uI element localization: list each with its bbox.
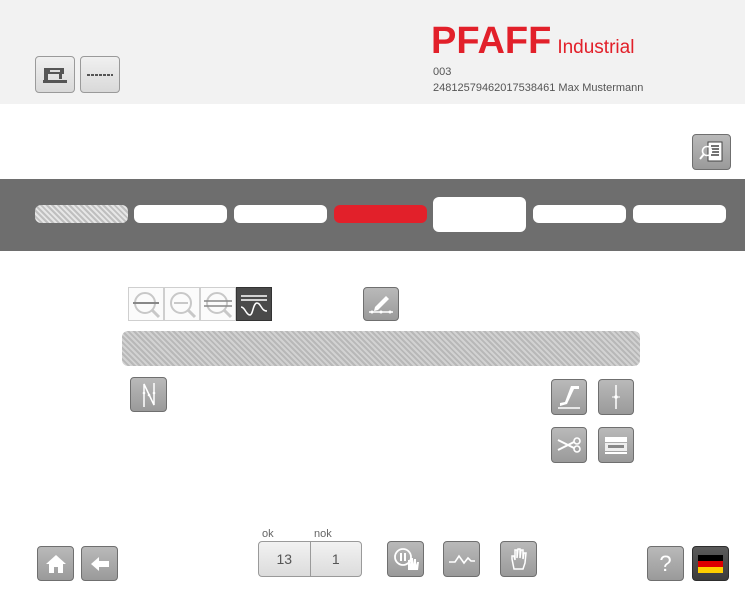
de-flag-icon — [698, 554, 723, 573]
stop-hand-button[interactable] — [500, 541, 537, 577]
needle-icon — [612, 385, 620, 409]
home-icon — [45, 554, 66, 573]
zoom-out-icon — [133, 292, 161, 319]
scissors-icon — [557, 437, 581, 453]
zoom-out-button[interactable] — [128, 287, 164, 321]
arrow-left-icon — [90, 556, 109, 571]
help-label: ? — [659, 550, 672, 576]
sewing-table-icon — [605, 437, 627, 454]
brand-suffix: Industrial — [557, 37, 635, 58]
zoom-in-icon — [170, 292, 197, 319]
zoom-fit-icon — [204, 292, 233, 319]
seam-curve-button[interactable] — [443, 541, 480, 577]
zoom-in-button[interactable] — [164, 287, 200, 321]
pause-hand-icon — [393, 548, 419, 570]
step-bar — [0, 179, 745, 251]
details-button[interactable] — [692, 134, 731, 170]
pencil-line-icon — [369, 296, 393, 314]
nok-count: 1 — [309, 542, 362, 576]
zoom-toolbar — [128, 287, 273, 321]
step-5[interactable] — [433, 197, 526, 232]
edit-seam-button[interactable] — [363, 287, 399, 321]
magnifier-document-icon — [698, 141, 722, 162]
back-button[interactable] — [81, 546, 118, 581]
brand-logo: PFAFF Industrial — [431, 20, 634, 63]
help-button[interactable]: ? — [647, 546, 684, 581]
step-7[interactable] — [633, 205, 726, 223]
nok-label: nok — [314, 528, 332, 540]
presser-foot-button[interactable] — [551, 379, 587, 415]
zigzag-stitch-icon — [142, 382, 155, 407]
ok-nok-counter: 13 1 — [258, 541, 362, 577]
seam-curve-icon — [448, 554, 475, 565]
curve-view-button[interactable] — [236, 287, 272, 321]
seam-button[interactable] — [80, 56, 120, 93]
brand-name: PFAFF — [431, 20, 552, 62]
stitch-direction-button[interactable] — [130, 377, 167, 412]
step-2[interactable] — [134, 205, 227, 223]
curve-view-icon — [240, 295, 268, 316]
step-1[interactable] — [35, 205, 128, 223]
zoom-fit-button[interactable] — [200, 287, 236, 321]
presser-foot-icon — [558, 386, 580, 409]
seam-line-icon — [87, 73, 113, 76]
sewing-machine-icon — [43, 67, 67, 83]
hand-icon — [510, 548, 527, 570]
pause-button[interactable] — [387, 541, 424, 577]
ok-label: ok — [262, 528, 274, 540]
home-button[interactable] — [37, 546, 74, 581]
step-4[interactable] — [334, 205, 427, 223]
program-number: 003 — [433, 66, 452, 78]
seam-progress-bar — [122, 331, 640, 366]
machine-button[interactable] — [35, 56, 75, 93]
serial-and-user: 24812579462017538461 Max Mustermann — [433, 82, 644, 94]
step-3[interactable] — [234, 205, 327, 223]
needle-button[interactable] — [598, 379, 634, 415]
step-6[interactable] — [533, 205, 626, 223]
machine-settings-button[interactable] — [598, 427, 634, 463]
header: PFAFF Industrial 003 2481257946201753846… — [0, 0, 745, 104]
thread-cut-button[interactable] — [551, 427, 587, 463]
language-button[interactable] — [692, 546, 729, 581]
ok-count: 13 — [276, 551, 293, 567]
